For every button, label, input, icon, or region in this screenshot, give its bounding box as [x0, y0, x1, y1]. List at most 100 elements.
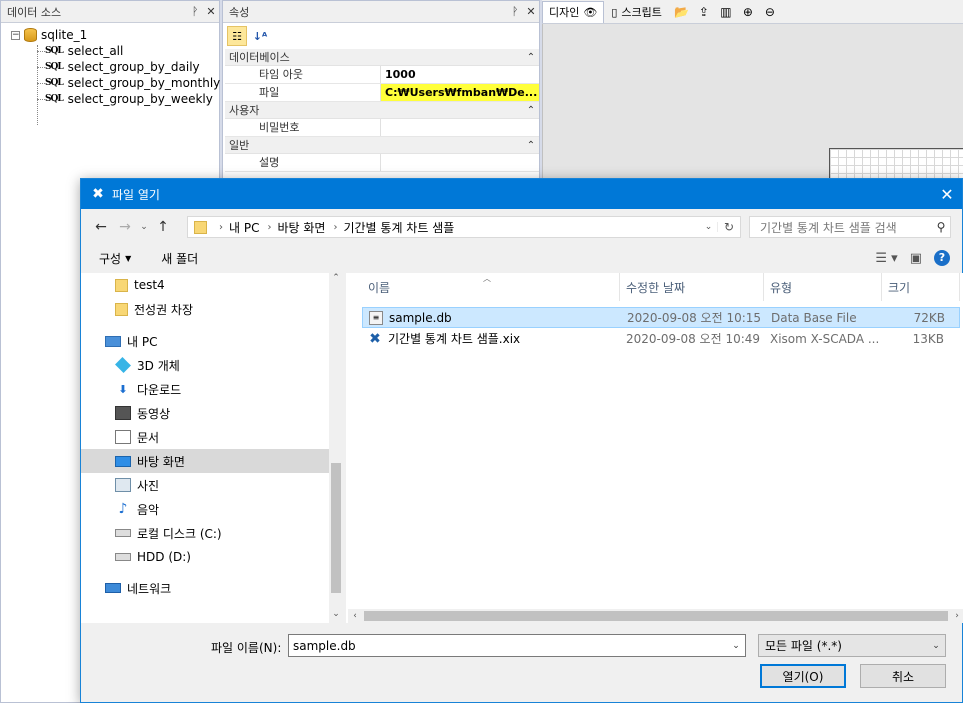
- nav-item[interactable]: 네트워크: [81, 576, 329, 600]
- close-icon[interactable]: ✕: [203, 5, 219, 18]
- data-source-header: 데이터 소스 ᚹ ✕: [1, 1, 219, 23]
- dialog-close-button[interactable]: ✕: [932, 185, 962, 204]
- prop-value[interactable]: C:₩Users₩fmban₩De...: [381, 84, 539, 101]
- cancel-button[interactable]: 취소: [860, 664, 946, 688]
- scroll-down-icon[interactable]: ⌄: [329, 609, 343, 623]
- prop-value[interactable]: [381, 154, 539, 171]
- preview-pane-icon[interactable]: ▣: [910, 251, 922, 266]
- address-bar[interactable]: › 내 PC › 바탕 화면 › 기간별 통계 차트 샘플 ⌄ ↻: [187, 216, 741, 238]
- collapse-chevron-icon[interactable]: ⌃: [523, 105, 539, 116]
- view-options-icon[interactable]: ☰ ▾: [875, 251, 897, 266]
- prop-row-timeout[interactable]: 타임 아웃 1000: [225, 66, 539, 84]
- nav-item[interactable]: 사진: [81, 473, 329, 497]
- nav-item[interactable]: 전성권 차장: [81, 297, 329, 321]
- category-database[interactable]: 데이터베이스 ⌃: [225, 49, 539, 66]
- chevron-down-icon[interactable]: ⌄: [727, 641, 745, 651]
- nav-item[interactable]: 문서: [81, 425, 329, 449]
- properties-panel: 속성 ᚹ ✕ ☷ ↓ᴬ 데이터베이스 ⌃ 타임 아웃 1000 파일 C:₩Users…: [222, 0, 540, 180]
- breadcrumb-separator-icon[interactable]: ›: [333, 222, 337, 233]
- back-arrow-icon[interactable]: ←: [89, 216, 113, 238]
- horizontal-scrollbar[interactable]: ‹ ›: [348, 609, 963, 623]
- tree-item-query[interactable]: SQL select_group_by_weekly: [11, 91, 219, 107]
- tab-script[interactable]: ▯ 스크립트: [604, 0, 669, 23]
- zoom-out-icon[interactable]: ⊖: [761, 3, 779, 21]
- nav-item[interactable]: ♪ 음악: [81, 497, 329, 521]
- recent-locations-chevron-icon[interactable]: ⌄: [137, 216, 151, 238]
- search-box[interactable]: 기간별 통계 차트 샘플 검색 ⚲: [749, 216, 951, 238]
- column-modified-date[interactable]: 수정한 날짜: [620, 273, 764, 301]
- nav-item[interactable]: ⬇ 다운로드: [81, 377, 329, 401]
- organize-label: 구성: [99, 251, 122, 266]
- chevron-down-icon[interactable]: ⌄: [927, 641, 945, 651]
- dialog-titlebar[interactable]: ✖ 파일 열기 ✕: [81, 179, 962, 209]
- help-icon[interactable]: ?: [934, 250, 950, 266]
- open-button[interactable]: 열기(O): [760, 664, 846, 688]
- file-type-filter[interactable]: 모든 파일 (*.*) ⌄: [758, 634, 946, 657]
- tree-item-query[interactable]: SQL select_group_by_monthly: [11, 75, 220, 91]
- nav-item[interactable]: 바탕 화면: [81, 449, 329, 473]
- organize-button[interactable]: 구성 ▼: [99, 250, 131, 267]
- category-user[interactable]: 사용자 ⌃: [225, 102, 539, 119]
- scroll-up-icon[interactable]: ⌃: [329, 273, 343, 287]
- nav-item-label: 사진: [137, 478, 160, 493]
- nav-item[interactable]: 로컬 디스크 (C:): [81, 521, 329, 545]
- column-type[interactable]: 유형: [764, 273, 882, 301]
- tab-label: 스크립트: [621, 6, 662, 19]
- nav-item[interactable]: 내 PC: [81, 329, 329, 353]
- filename-combobox[interactable]: ⌄: [288, 634, 746, 657]
- prop-row-description[interactable]: 설명: [225, 154, 539, 172]
- breadcrumb-separator-icon[interactable]: ›: [219, 222, 223, 233]
- file-row[interactable]: ≡ sample.db 2020-09-08 오전 10:15 Data Base F…: [362, 307, 960, 328]
- export-icon[interactable]: ⇪: [695, 3, 713, 21]
- forward-arrow-icon[interactable]: →: [113, 216, 137, 238]
- prop-row-password[interactable]: 비밀번호: [225, 119, 539, 137]
- prop-value[interactable]: 1000: [381, 66, 539, 83]
- navigation-scrollbar[interactable]: ⌃ ⌄: [329, 273, 343, 623]
- close-icon[interactable]: ✕: [523, 5, 539, 18]
- breadcrumb-my-pc[interactable]: 내 PC: [229, 219, 259, 236]
- collapse-chevron-icon[interactable]: ⌃: [523, 52, 539, 63]
- local-disk-icon: [115, 529, 131, 537]
- collapse-icon[interactable]: −: [11, 30, 20, 40]
- address-dropdown-icon[interactable]: ⌄: [700, 222, 718, 232]
- breadcrumb-desktop[interactable]: 바탕 화면: [277, 219, 325, 236]
- tab-design[interactable]: 디자인 👁: [542, 0, 605, 23]
- tree-item-query[interactable]: SQL select_group_by_daily: [11, 59, 219, 75]
- db-file-icon: ≡: [369, 310, 383, 325]
- column-size[interactable]: 크기: [882, 273, 960, 301]
- file-row[interactable]: ✖ 기간별 통계 차트 샘플.xix 2020-09-08 오전 10:49 Xiso…: [362, 328, 960, 349]
- prop-value[interactable]: [381, 119, 539, 136]
- collapse-chevron-icon[interactable]: ⌃: [523, 140, 539, 151]
- nav-item[interactable]: 3D 개체: [81, 353, 329, 377]
- column-name[interactable]: 이름: [362, 273, 620, 301]
- breadcrumb-separator-icon[interactable]: ›: [267, 222, 271, 233]
- breadcrumb-current-folder[interactable]: 기간별 통계 차트 샘플: [343, 219, 454, 236]
- new-folder-button[interactable]: 새 폴더: [161, 250, 198, 267]
- nav-item[interactable]: test4: [81, 273, 329, 297]
- categorized-view-icon[interactable]: ☷: [227, 26, 247, 46]
- tree-item-query[interactable]: SQL select_all: [11, 43, 219, 59]
- search-icon[interactable]: ⚲: [932, 220, 950, 234]
- nav-item-label: 전성권 차장: [134, 302, 194, 317]
- category-general[interactable]: 일반 ⌃: [225, 137, 539, 154]
- file-date: 2020-09-08 오전 10:49: [626, 332, 761, 346]
- nav-item[interactable]: HDD (D:): [81, 545, 329, 569]
- nav-item[interactable]: 동영상: [81, 401, 329, 425]
- open-folder-icon[interactable]: 📂: [673, 3, 691, 21]
- refresh-icon[interactable]: ↻: [718, 220, 740, 234]
- tree-root-sqlite[interactable]: − sqlite_1: [11, 27, 219, 43]
- filename-input[interactable]: [293, 638, 727, 653]
- zoom-in-icon[interactable]: ⊕: [739, 3, 757, 21]
- scroll-right-icon[interactable]: ›: [950, 611, 963, 621]
- up-arrow-icon[interactable]: ↑: [151, 216, 175, 238]
- scroll-left-icon[interactable]: ‹: [348, 611, 362, 621]
- file-type: Data Base File: [771, 310, 857, 325]
- pin-icon[interactable]: ᚹ: [507, 5, 523, 18]
- pin-icon[interactable]: ᚹ: [187, 5, 203, 18]
- ruler-icon[interactable]: ▥: [717, 3, 735, 21]
- scroll-thumb[interactable]: [331, 463, 341, 593]
- file-list-pane: ︿ 이름 수정한 날짜 유형 크기 ≡ sample.db 2020-09-08 오…: [346, 273, 963, 623]
- prop-row-file[interactable]: 파일 C:₩Users₩fmban₩De...: [225, 84, 539, 102]
- scroll-thumb[interactable]: [364, 611, 948, 621]
- sort-alphabetical-icon[interactable]: ↓ᴬ: [250, 26, 270, 46]
